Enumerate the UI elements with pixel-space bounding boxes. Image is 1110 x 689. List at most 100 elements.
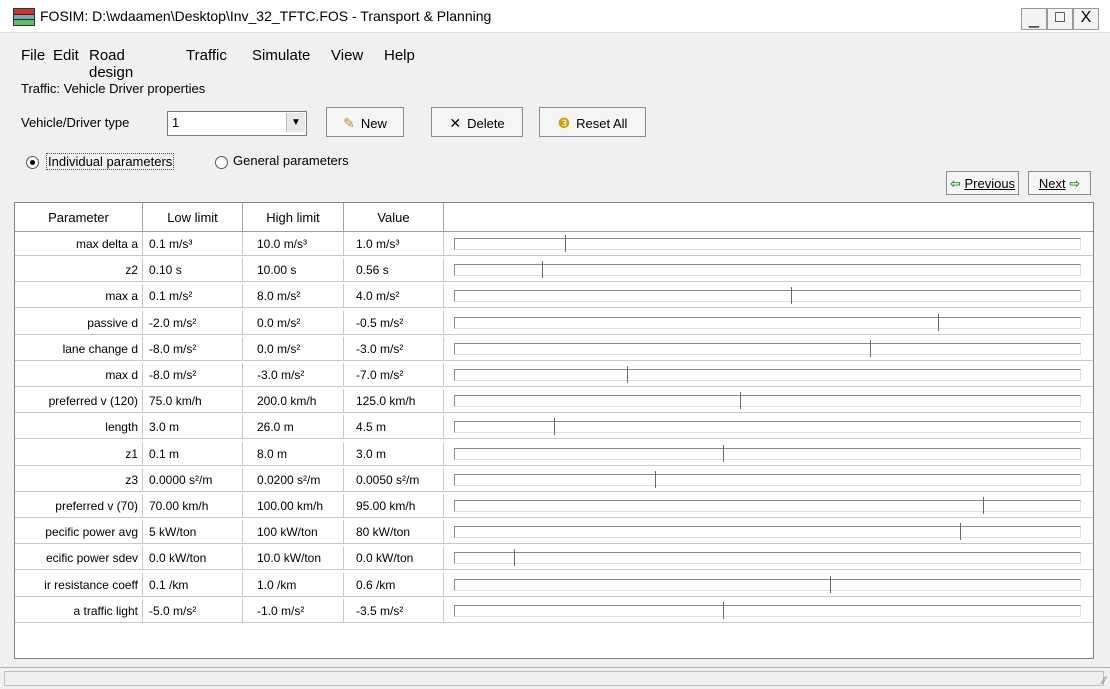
slider-thumb[interactable] — [627, 366, 628, 383]
parameter-grid[interactable]: Parameter Low limit High limit Value max… — [14, 202, 1094, 659]
slider-thumb[interactable] — [869, 339, 871, 357]
value-cell[interactable]: 95.00 km/h — [344, 494, 444, 518]
table-row[interactable]: passive d -2.0 m/s² 0.0 m/s² -0.5 m/s² — [15, 310, 1093, 335]
slider-track[interactable] — [454, 473, 1081, 486]
param-name-cell: ecific power sdev — [15, 546, 143, 571]
slider-thumb[interactable] — [655, 470, 657, 488]
slider-thumb[interactable] — [937, 313, 939, 331]
slider-track[interactable] — [454, 290, 1081, 303]
value-cell[interactable]: 0.0 kW/ton — [344, 546, 444, 571]
slider-track[interactable] — [454, 604, 1081, 617]
table-row[interactable]: z3 0.0000 s²/m 0.0200 s²/m 0.0050 s²/m — [15, 467, 1093, 492]
slider-thumb[interactable] — [723, 601, 725, 619]
table-row[interactable]: length 3.0 m 26.0 m 4.5 m — [15, 415, 1093, 440]
table-row[interactable]: z1 0.1 m 8.0 m 3.0 m — [15, 441, 1093, 466]
maximize-button[interactable]: □ — [1047, 8, 1073, 30]
value-cell[interactable]: 80 kW/ton — [344, 520, 444, 545]
slider-track[interactable] — [454, 578, 1081, 591]
slider-track[interactable] — [454, 342, 1081, 355]
value-cell[interactable]: 1.0 m/s³ — [344, 232, 444, 256]
table-row[interactable]: preferred v (120) 75.0 km/h 200.0 km/h 125.… — [15, 389, 1093, 414]
slider-thumb[interactable] — [982, 497, 984, 514]
slider-thumb[interactable] — [514, 549, 515, 567]
fosim-app-icon[interactable] — [13, 8, 35, 26]
value-cell[interactable]: -3.0 m/s² — [344, 336, 444, 361]
menu-view[interactable]: View — [331, 47, 363, 64]
menu-edit[interactable]: Edit — [53, 47, 79, 64]
slider-thumb[interactable] — [553, 418, 555, 436]
new-document-icon: ✎ — [343, 115, 355, 131]
radio-general-label[interactable]: General parameters — [233, 153, 349, 168]
menu-simulate[interactable]: Simulate — [252, 47, 310, 64]
radio-general[interactable] — [215, 156, 228, 169]
value-cell[interactable]: 3.0 m — [344, 441, 444, 466]
close-button[interactable]: X — [1073, 8, 1099, 30]
reset-all-button[interactable]: ❸ Reset All — [539, 107, 646, 137]
chevron-down-icon[interactable]: ▼ — [286, 113, 305, 132]
slider-track[interactable] — [454, 369, 1081, 381]
radio-individual-label[interactable]: Individual parameters — [46, 153, 175, 170]
minimize-button[interactable]: _ — [1021, 8, 1047, 30]
slider-thumb[interactable] — [830, 575, 832, 593]
radio-individual[interactable] — [26, 156, 39, 169]
section-title: Traffic: Vehicle Driver properties — [21, 81, 206, 96]
slider-track[interactable] — [454, 447, 1081, 460]
slider-thumb[interactable] — [790, 287, 792, 305]
title-bar[interactable]: FOSIM: D:\wdaamen\Desktop\Inv_32_TFTC.FO… — [0, 0, 1110, 33]
table-row[interactable]: a traffic light -5.0 m/s² -1.0 m/s² -3.5 m/… — [15, 598, 1093, 623]
previous-label: Previous — [964, 176, 1016, 191]
table-row[interactable]: pecific power avg 5 kW/ton 100 kW/ton 80 kW… — [15, 520, 1093, 545]
param-name-cell: preferred v (70) — [15, 494, 143, 518]
slider-track[interactable] — [454, 264, 1081, 277]
high-limit-cell: 10.0 m/s³ — [243, 232, 344, 256]
slider-thumb[interactable] — [542, 261, 544, 279]
value-cell[interactable]: -7.0 m/s² — [344, 363, 444, 387]
table-row[interactable]: max d -8.0 m/s² -3.0 m/s² -7.0 m/s² — [15, 363, 1093, 387]
value-cell[interactable]: 4.5 m — [344, 415, 444, 440]
value-cell[interactable]: 0.6 /km — [344, 572, 444, 597]
slider-track[interactable] — [454, 316, 1081, 329]
table-row[interactable]: z2 0.10 s 10.00 s 0.56 s — [15, 258, 1093, 283]
next-button[interactable]: Next ⇨ — [1028, 171, 1091, 195]
low-limit-cell: 5 kW/ton — [143, 520, 243, 545]
slider-thumb[interactable] — [564, 235, 566, 252]
slider-thumb[interactable] — [740, 392, 741, 410]
param-name-cell: max a — [15, 284, 143, 309]
slider-track[interactable] — [454, 421, 1081, 434]
slider-track[interactable] — [454, 238, 1081, 250]
value-cell[interactable]: 0.0050 s²/m — [344, 467, 444, 492]
slider-track[interactable] — [454, 500, 1081, 512]
new-button[interactable]: ✎ New — [326, 107, 404, 137]
value-cell[interactable]: 125.0 km/h — [344, 389, 444, 414]
menu-file[interactable]: File — [21, 47, 45, 64]
resize-grip-icon[interactable]: ⁄⁄ — [1102, 675, 1106, 687]
slider-track[interactable] — [454, 526, 1081, 539]
slider-cell — [444, 573, 1093, 597]
high-limit-cell: 100.00 km/h — [243, 494, 344, 518]
value-cell[interactable]: -0.5 m/s² — [344, 310, 444, 335]
menu-help[interactable]: Help — [384, 47, 415, 64]
slider-thumb[interactable] — [960, 523, 962, 541]
value-cell[interactable]: -3.5 m/s² — [344, 598, 444, 623]
menu-road-design[interactable]: Road design — [89, 47, 133, 81]
table-row[interactable]: ecific power sdev 0.0 kW/ton 10.0 kW/ton 0.… — [15, 546, 1093, 571]
header-high-limit: High limit — [243, 203, 344, 232]
slider-track[interactable] — [454, 395, 1081, 408]
menu-traffic[interactable]: Traffic — [186, 47, 227, 64]
low-limit-cell: 0.10 s — [143, 258, 243, 283]
delete-button[interactable]: ✕ Delete — [431, 107, 523, 137]
value-cell[interactable]: 0.56 s — [344, 258, 444, 283]
high-limit-cell: 10.0 kW/ton — [243, 546, 344, 571]
previous-button[interactable]: ⇦ Previous — [946, 171, 1019, 195]
slider-thumb[interactable] — [723, 444, 725, 462]
table-row[interactable]: preferred v (70) 70.00 km/h 100.00 km/h 95.… — [15, 494, 1093, 518]
table-row[interactable]: max delta a 0.1 m/s³ 10.0 m/s³ 1.0 m/s³ — [15, 232, 1093, 256]
high-limit-cell: 8.0 m/s² — [243, 284, 344, 309]
vehicle-type-dropdown[interactable]: 1 ▼ — [167, 111, 307, 136]
table-row[interactable]: lane change d -8.0 m/s² 0.0 m/s² -3.0 m/s² — [15, 336, 1093, 361]
table-row[interactable]: max a 0.1 m/s² 8.0 m/s² 4.0 m/s² — [15, 284, 1093, 309]
value-cell[interactable]: 4.0 m/s² — [344, 284, 444, 309]
table-row[interactable]: ir resistance coeff 0.1 /km 1.0 /km 0.6 /km — [15, 572, 1093, 597]
high-limit-cell: 100 kW/ton — [243, 520, 344, 545]
slider-track[interactable] — [454, 552, 1081, 565]
